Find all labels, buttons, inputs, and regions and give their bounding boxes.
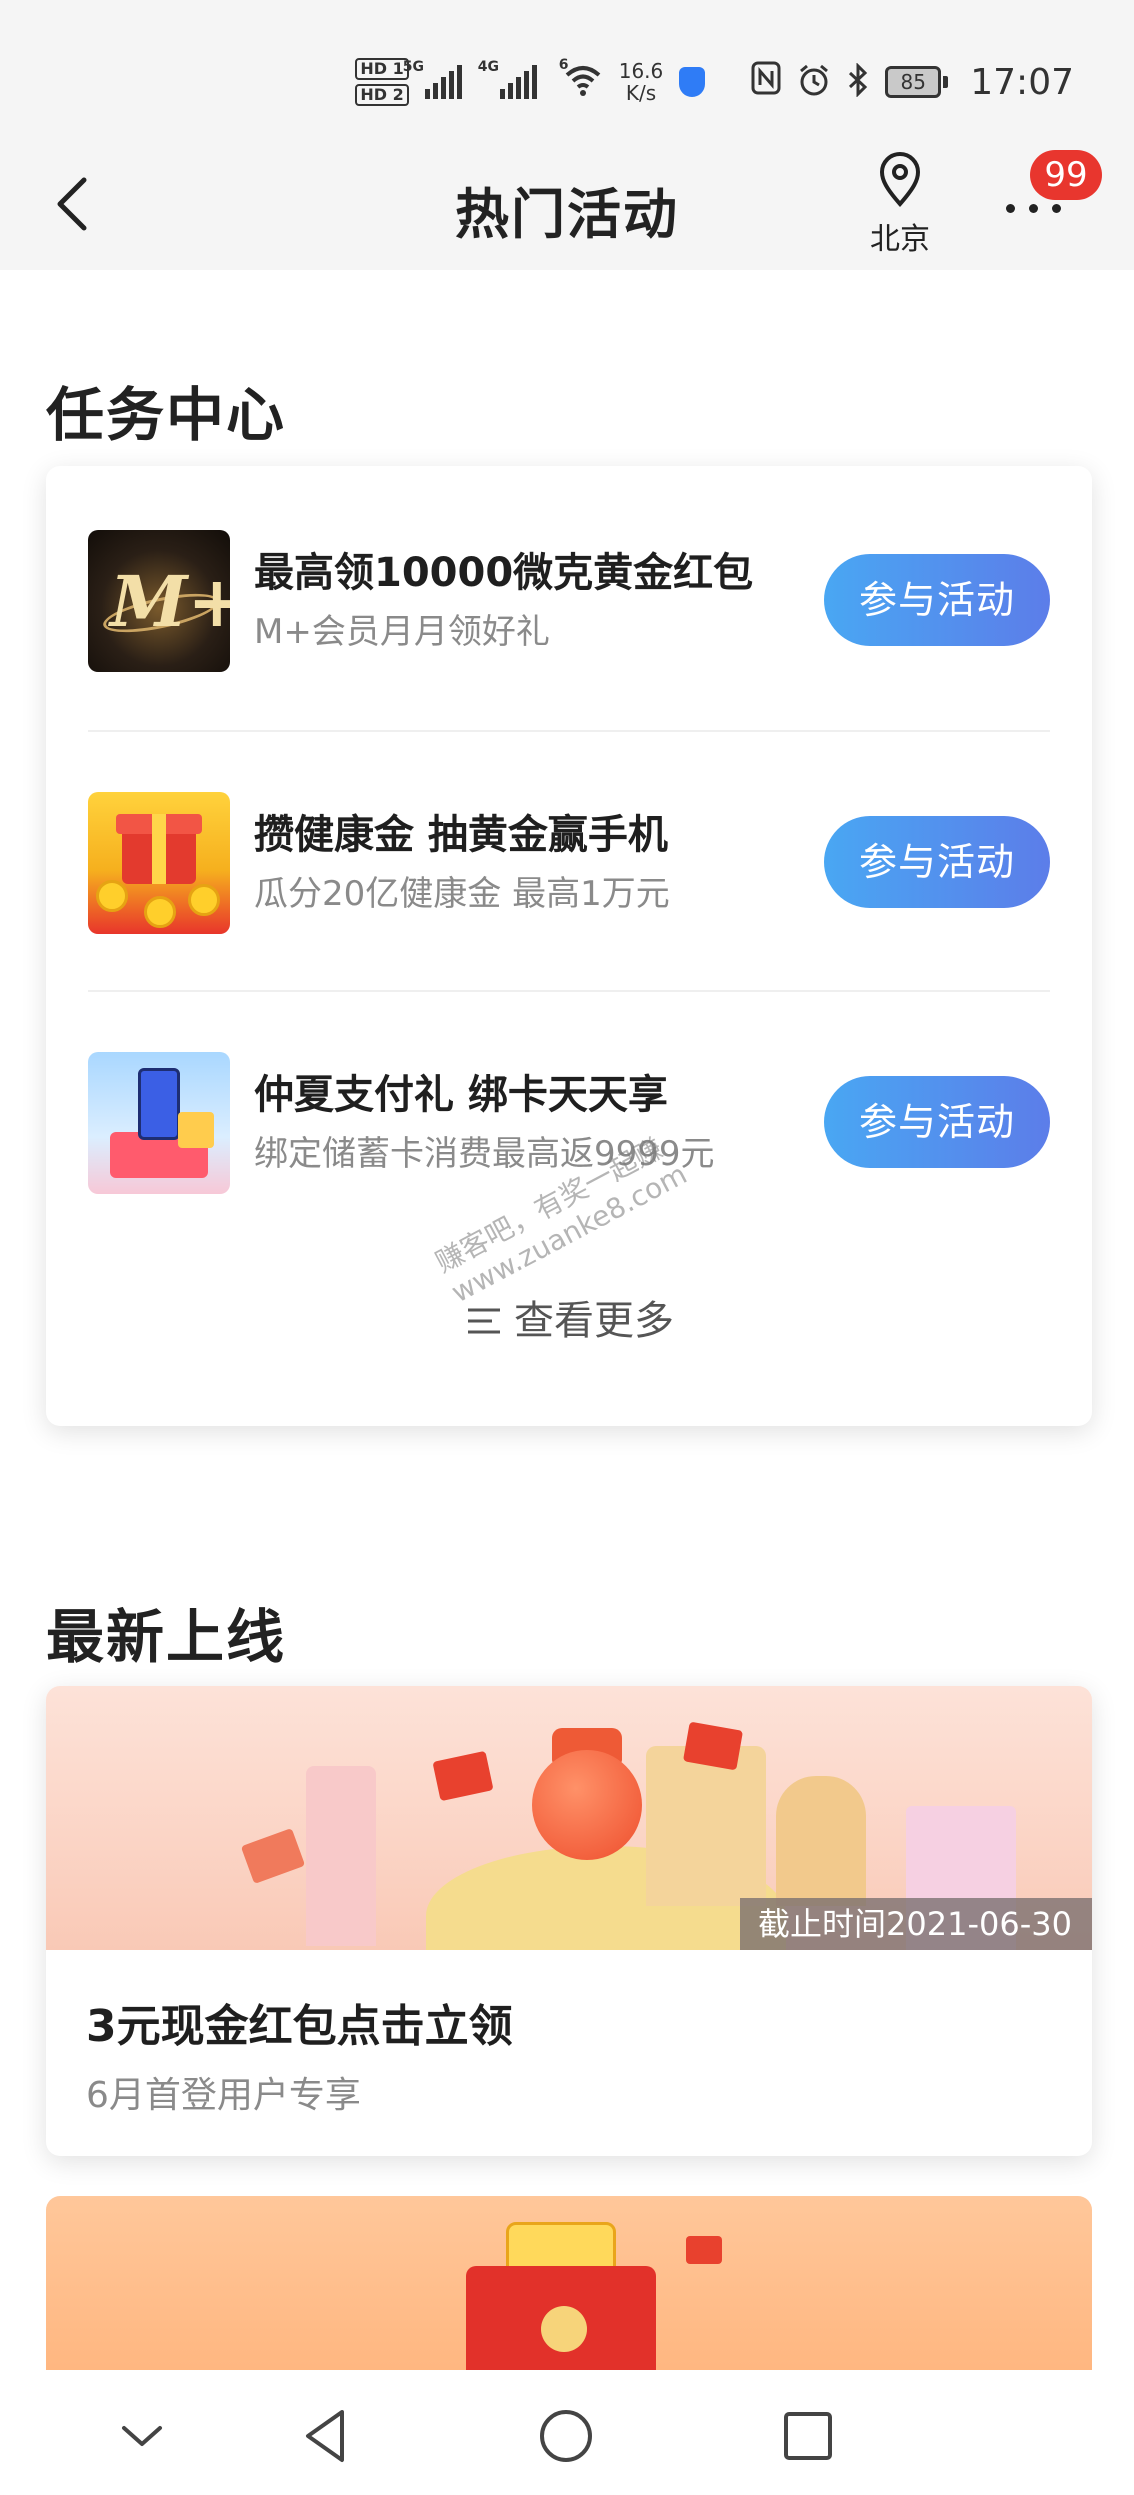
task-title: 仲夏支付礼 绑卡天天享 bbox=[254, 1072, 668, 1118]
hd1-label: HD 1 bbox=[355, 58, 409, 80]
task-center-heading: 任务中心 bbox=[46, 381, 287, 449]
page-title: 热门活动 bbox=[455, 183, 679, 246]
join-activity-button[interactable]: 参与活动 bbox=[824, 1076, 1050, 1168]
task-center-card: M+ 最高领10000微克黄金红包 M+会员月月领好礼 参与活动 攒健康金 抽黄… bbox=[46, 466, 1092, 1426]
promo-title: 3元现金红包点击立领 bbox=[86, 2001, 513, 2052]
location-button[interactable]: 北京 bbox=[862, 152, 938, 258]
divider bbox=[88, 730, 1050, 732]
chevron-down-icon bbox=[122, 2426, 162, 2446]
notification-badge: 99 bbox=[1030, 150, 1102, 200]
network-speed: 16.6 K/s bbox=[619, 60, 664, 104]
gift-box-thumbnail bbox=[88, 792, 230, 934]
thumbnail-logo-text: M+ bbox=[110, 560, 230, 643]
net2-label: 4G bbox=[477, 59, 499, 75]
home-button[interactable] bbox=[536, 2406, 596, 2466]
signal-5g-icon: 5G bbox=[403, 59, 462, 99]
list-expand-icon bbox=[468, 1308, 500, 1334]
join-activity-button[interactable]: 参与活动 bbox=[824, 554, 1050, 646]
red-envelope-icon bbox=[686, 2236, 722, 2264]
square-recents-icon bbox=[784, 2412, 832, 2460]
system-back-button[interactable] bbox=[296, 2406, 356, 2466]
task-title: 攒健康金 抽黄金赢手机 bbox=[254, 812, 668, 858]
speed-unit: K/s bbox=[625, 81, 657, 105]
task-subtitle: M+会员月月领好礼 bbox=[254, 612, 550, 652]
join-activity-button[interactable]: 参与活动 bbox=[824, 816, 1050, 908]
bluetooth-icon bbox=[847, 62, 869, 101]
clock: 17:07 bbox=[970, 61, 1074, 103]
more-dot-icon bbox=[1052, 204, 1061, 213]
promo-subtitle: 6月首登用户专享 bbox=[86, 2075, 361, 2116]
promo-banner: 截止时间2021-06-30 bbox=[46, 1686, 1092, 1950]
net1-label: 5G bbox=[402, 59, 424, 75]
more-dot-icon bbox=[1006, 204, 1015, 213]
triangle-back-icon bbox=[306, 2410, 344, 2462]
battery-level: 85 bbox=[885, 66, 942, 98]
promo-card[interactable]: 截止时间2021-06-30 3元现金红包点击立领 6月首登用户专享 bbox=[46, 1686, 1092, 2156]
system-navigation-bar bbox=[0, 2370, 1134, 2495]
location-pin-icon bbox=[879, 152, 921, 208]
battery-icon: 85 bbox=[885, 66, 949, 98]
money-bag-icon bbox=[532, 1750, 642, 1860]
more-options-button[interactable] bbox=[1006, 204, 1061, 213]
collapse-button[interactable] bbox=[112, 2406, 172, 2466]
divider bbox=[88, 990, 1050, 992]
phone-gift-thumbnail bbox=[88, 1052, 230, 1194]
nav-bar: 热门活动 北京 bbox=[0, 140, 1134, 270]
wifi-icon: 6 bbox=[559, 57, 603, 101]
red-envelope-icon bbox=[240, 1827, 306, 1885]
red-envelope-icon bbox=[432, 1750, 494, 1802]
see-more-link[interactable]: 查看更多 bbox=[46, 1288, 1092, 1346]
nfc-icon bbox=[751, 61, 781, 103]
deadline-label: 截止时间2021-06-30 bbox=[740, 1898, 1092, 1950]
m-plus-thumbnail: M+ bbox=[88, 530, 230, 672]
task-item[interactable]: 攒健康金 抽黄金赢手机 瓜分20亿健康金 最高1万元 参与活动 bbox=[88, 792, 1050, 972]
task-title: 最高领10000微克黄金红包 bbox=[254, 550, 754, 596]
speed-value: 16.6 bbox=[618, 59, 664, 83]
shield-icon bbox=[679, 67, 706, 97]
more-dot-icon bbox=[1029, 204, 1038, 213]
location-label: 北京 bbox=[870, 222, 930, 257]
status-bar: HD 1 HD 2 5G 4G 6 16.6 K/s 85 17:07 bbox=[0, 0, 1134, 140]
hd2-label: HD 2 bbox=[355, 84, 409, 106]
signal-4g-icon: 4G bbox=[478, 59, 537, 99]
recents-button[interactable] bbox=[778, 2406, 838, 2466]
alarm-icon bbox=[797, 63, 831, 101]
hd-indicator: HD 1 HD 2 bbox=[355, 58, 409, 106]
new-online-heading: 最新上线 bbox=[46, 1603, 287, 1671]
circle-home-icon bbox=[540, 2410, 592, 2462]
wifi-gen-label: 6 bbox=[558, 57, 569, 73]
see-more-label: 查看更多 bbox=[514, 1298, 674, 1344]
task-item[interactable]: M+ 最高领10000微克黄金红包 M+会员月月领好礼 参与活动 bbox=[88, 530, 1050, 710]
task-subtitle: 瓜分20亿健康金 最高1万元 bbox=[254, 874, 670, 914]
